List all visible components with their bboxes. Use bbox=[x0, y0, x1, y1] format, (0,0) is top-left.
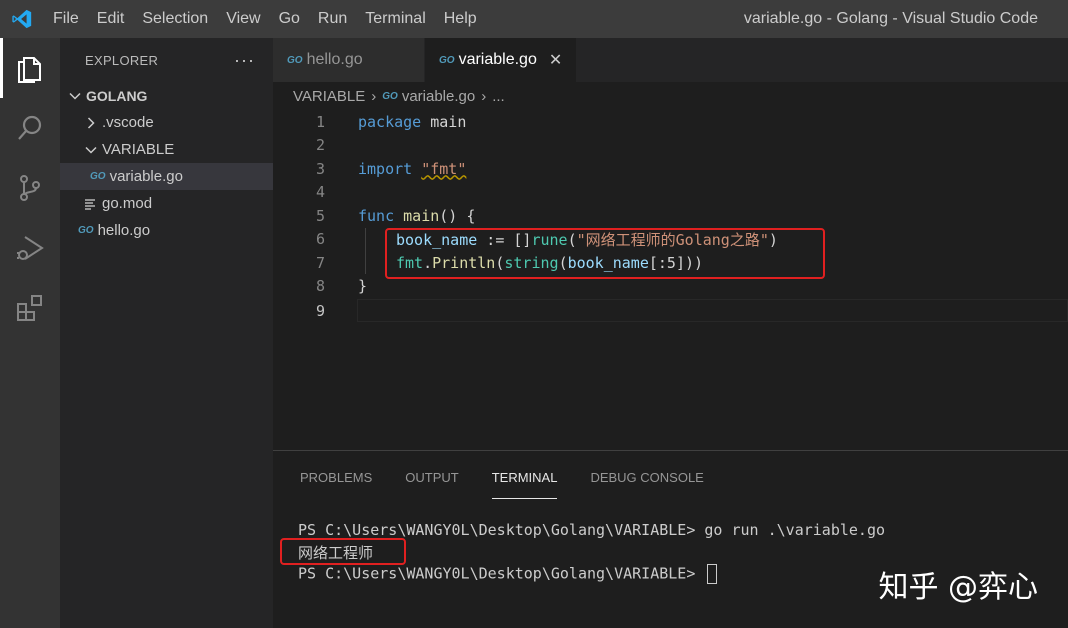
code-text: } bbox=[358, 277, 367, 295]
tree-item-hello-go[interactable]: GO hello.go bbox=[60, 217, 273, 244]
code-plain: } bbox=[358, 277, 368, 295]
breadcrumb-more[interactable]: ... bbox=[492, 88, 505, 105]
line-number: 4 bbox=[315, 183, 325, 201]
menu-file[interactable]: File bbox=[44, 0, 88, 38]
window-title: variable.go - Golang - Visual Studio Cod… bbox=[743, 10, 1038, 27]
code-function: main bbox=[403, 206, 440, 225]
tab-label: hello.go bbox=[306, 51, 363, 68]
tab-debug-console[interactable]: DEBUG CONSOLE bbox=[590, 451, 703, 499]
tab-label: variable.go bbox=[458, 51, 537, 68]
workspace-folder-golang[interactable]: GOLANG bbox=[60, 82, 273, 109]
breadcrumb: VARIABLE › GO variable.go › ... bbox=[273, 82, 1068, 110]
go-file-icon: GO bbox=[287, 54, 303, 66]
code-line: 5 func main() { bbox=[273, 204, 1068, 227]
breadcrumb-folder[interactable]: VARIABLE bbox=[293, 88, 365, 105]
terminal-prompt[interactable]: PS C:\Users\WANGY0L\Desktop\Golang\VARIA… bbox=[298, 564, 718, 584]
breadcrumb-separator: › bbox=[481, 87, 487, 105]
tree-item-label: variable.go bbox=[109, 168, 183, 185]
highlight-box-output bbox=[280, 538, 406, 565]
tree-item-variable-folder[interactable]: VARIABLE bbox=[60, 136, 273, 163]
editor-tabs: GO hello.go GO variable.go ✕ bbox=[273, 38, 1068, 82]
code-keyword: package bbox=[358, 112, 422, 131]
text-file-icon bbox=[84, 198, 96, 210]
breadcrumb-separator: › bbox=[371, 87, 377, 105]
tab-output[interactable]: OUTPUT bbox=[405, 451, 458, 499]
vscode-logo-icon bbox=[0, 0, 44, 38]
code-plain bbox=[412, 160, 421, 178]
tree-item-variable-go[interactable]: GO variable.go bbox=[60, 163, 273, 190]
highlight-box-code bbox=[385, 228, 825, 279]
code-text: import "fmt" bbox=[358, 160, 466, 178]
panel-tabs: PROBLEMS OUTPUT TERMINAL DEBUG CONSOLE bbox=[273, 451, 1068, 499]
activity-bar bbox=[0, 38, 60, 628]
chevron-right-icon bbox=[82, 116, 100, 129]
explorer-icon[interactable] bbox=[0, 38, 60, 98]
title-bar: File Edit Selection View Go Run Terminal… bbox=[0, 0, 1068, 38]
menu-terminal[interactable]: Terminal bbox=[356, 0, 434, 38]
line-number: 3 bbox=[315, 159, 325, 178]
code-line: 3 import "fmt" bbox=[273, 157, 1068, 180]
tree-item-go-mod[interactable]: go.mod bbox=[60, 190, 273, 217]
menu-go[interactable]: Go bbox=[270, 0, 309, 38]
tab-variable-go[interactable]: GO variable.go ✕ bbox=[425, 38, 577, 82]
go-file-icon: GO bbox=[90, 171, 106, 182]
code-plain bbox=[394, 207, 403, 225]
tree-item-label: go.mod bbox=[102, 195, 153, 212]
menu-view[interactable]: View bbox=[217, 0, 269, 38]
code-text: package main bbox=[358, 113, 466, 131]
explorer-title: EXPLORER bbox=[85, 52, 159, 68]
workspace-label: GOLANG bbox=[86, 87, 148, 104]
tab-problems[interactable]: PROBLEMS bbox=[300, 451, 372, 499]
chevron-down-icon bbox=[66, 90, 84, 102]
go-file-icon: GO bbox=[382, 90, 398, 102]
line-number: 7 bbox=[315, 253, 325, 272]
code-line: 9 bbox=[273, 299, 1068, 322]
terminal-line: PS C:\Users\WANGY0L\Desktop\Golang\VARIA… bbox=[298, 521, 885, 539]
run-debug-icon[interactable] bbox=[0, 218, 60, 278]
terminal-cursor bbox=[707, 564, 718, 584]
more-actions-icon[interactable]: ··· bbox=[234, 50, 255, 71]
code-keyword: import bbox=[358, 159, 413, 178]
tab-hello-go[interactable]: GO hello.go bbox=[273, 38, 425, 82]
tree-item-label: hello.go bbox=[97, 222, 151, 239]
close-icon[interactable]: ✕ bbox=[549, 50, 562, 70]
tree-item-vscode[interactable]: .vscode bbox=[60, 109, 273, 136]
code-editor[interactable]: 1 package main 2 3 import "fmt" 4 5 func… bbox=[273, 110, 1068, 450]
code-plain: main bbox=[421, 112, 467, 131]
explorer-sidebar: EXPLORER ··· GOLANG .vscode VARIABLE GO … bbox=[60, 38, 273, 628]
go-file-icon: GO bbox=[439, 54, 455, 66]
tree-item-label: .vscode bbox=[102, 114, 154, 131]
terminal-prompt-text: PS C:\Users\WANGY0L\Desktop\Golang\VARIA… bbox=[298, 564, 705, 583]
line-number: 2 bbox=[315, 136, 325, 154]
line-number: 9 bbox=[315, 301, 325, 320]
code-text: func main() { bbox=[358, 207, 475, 225]
code-keyword: func bbox=[358, 206, 395, 225]
code-line: 4 bbox=[273, 181, 1068, 204]
code-line: 2 bbox=[273, 134, 1068, 157]
search-icon[interactable] bbox=[0, 98, 60, 158]
line-number: 1 bbox=[315, 112, 325, 131]
breadcrumb-file[interactable]: variable.go bbox=[402, 88, 475, 105]
explorer-header: EXPLORER ··· bbox=[60, 38, 273, 82]
menu-edit[interactable]: Edit bbox=[88, 0, 134, 38]
menu-bar: File Edit Selection View Go Run Terminal… bbox=[44, 0, 486, 38]
menu-selection[interactable]: Selection bbox=[133, 0, 217, 38]
menu-run[interactable]: Run bbox=[309, 0, 356, 38]
menu-help[interactable]: Help bbox=[435, 0, 486, 38]
tree-item-label: VARIABLE bbox=[102, 141, 175, 158]
code-string: "fmt" bbox=[421, 159, 467, 178]
watermark: 知乎 @弈心 bbox=[878, 570, 1038, 605]
line-number: 8 bbox=[315, 277, 325, 295]
go-file-icon: GO bbox=[78, 225, 94, 236]
chevron-down-icon bbox=[82, 144, 100, 156]
extensions-icon[interactable] bbox=[0, 278, 60, 338]
source-control-icon[interactable] bbox=[0, 158, 60, 218]
code-plain: () { bbox=[439, 206, 476, 225]
line-number: 6 bbox=[315, 230, 325, 248]
tab-terminal[interactable]: TERMINAL bbox=[491, 451, 557, 499]
code-line: 1 package main bbox=[273, 110, 1068, 133]
line-number: 5 bbox=[315, 206, 325, 225]
